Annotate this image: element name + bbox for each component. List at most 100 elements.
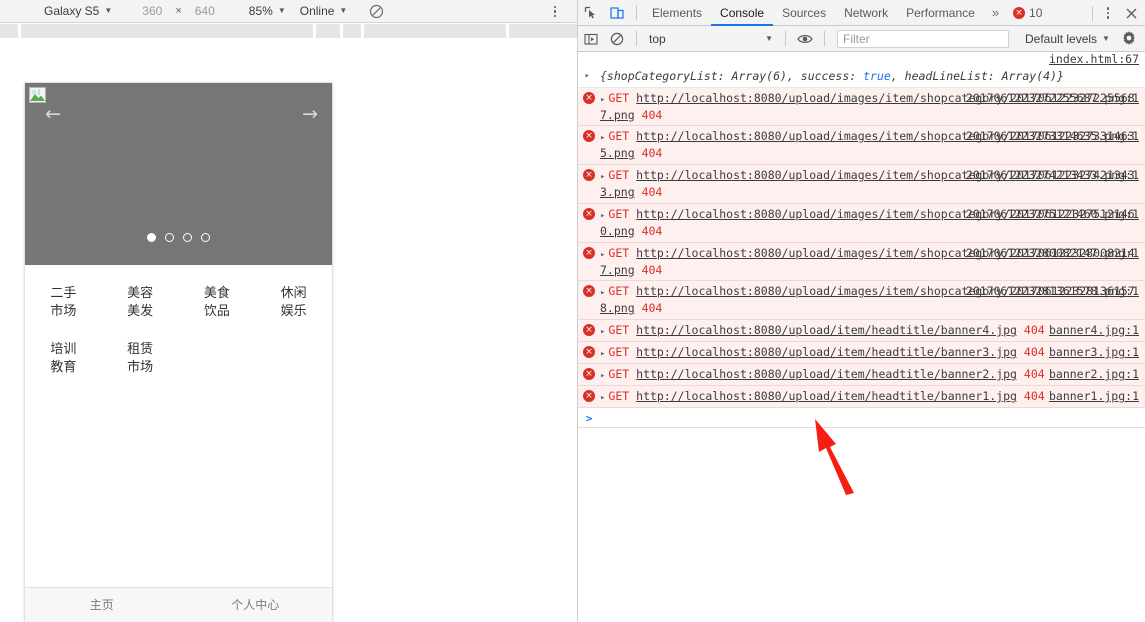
console-message-error[interactable]: × ▸GET http://localhost:8080/upload/imag… (578, 204, 1145, 243)
inspect-element-icon[interactable] (578, 0, 604, 26)
error-circle-icon: × (583, 285, 595, 297)
error-circle-icon: × (583, 130, 595, 142)
console-message-error[interactable]: × ▸GET http://localhost:8080/upload/imag… (578, 281, 1145, 320)
error-circle-icon: × (583, 169, 595, 181)
console-message-info[interactable]: ▸ {shopCategoryList: Array(6), success: … (578, 66, 1145, 88)
request-url[interactable]: http://localhost:8080/upload/item/headti… (636, 389, 1017, 403)
console-source-link[interactable]: index.html:67 (1049, 52, 1139, 66)
tab-console[interactable]: Console (711, 0, 773, 26)
console-message-error[interactable]: × ▸GET http://localhost:8080/upload/item… (578, 342, 1145, 364)
no-throttling-icon[interactable] (369, 4, 384, 19)
http-method: GET (608, 345, 629, 359)
error-circle-icon: × (583, 208, 595, 220)
error-icon-cell: × (578, 128, 600, 162)
tab-profile[interactable]: 个人中心 (179, 588, 333, 622)
devtools-tabbar-right (1086, 0, 1145, 26)
console-source-link[interactable]: banner1.jpg:1 (1049, 389, 1139, 403)
tab-elements[interactable]: Elements (643, 0, 711, 26)
console-message-error[interactable]: × ▸GET http://localhost:8080/upload/item… (578, 320, 1145, 342)
disclosure-triangle-icon[interactable]: ▸ (585, 70, 594, 85)
console-levels-select[interactable]: Default levels ▼ (1025, 32, 1110, 46)
divider (785, 31, 786, 46)
category-item[interactable]: 租赁 市场 (102, 335, 179, 391)
category-item[interactable]: 美容 美发 (102, 279, 179, 335)
tab-network[interactable]: Network (835, 0, 897, 26)
console-message-error[interactable]: × ▸GET http://localhost:8080/upload/imag… (578, 243, 1145, 282)
device-select[interactable]: Galaxy S5 ▼ (44, 0, 112, 23)
console-message-list[interactable]: index.html:67 ▸ {shopCategoryList: Array… (578, 52, 1145, 622)
console-source-link[interactable]: 2017061223280082147.png:1 (966, 246, 1139, 260)
tab-sources[interactable]: Sources (773, 0, 835, 26)
dimension-separator: × (175, 0, 181, 23)
tab-performance[interactable]: Performance (897, 0, 984, 26)
toggle-device-toolbar-icon[interactable] (604, 0, 630, 26)
request-url[interactable]: http://localhost:8080/upload/item/headti… (636, 367, 1017, 381)
live-expression-icon[interactable] (792, 26, 818, 52)
category-label-line2: 教育 (25, 359, 102, 377)
console-message-error[interactable]: × ▸GET http://localhost:8080/upload/imag… (578, 165, 1145, 204)
error-count-badge[interactable]: × 10 (1013, 6, 1042, 20)
chevron-down-icon: ▼ (1102, 35, 1110, 43)
more-tools-icon[interactable] (1099, 0, 1117, 26)
category-label-line1: 美食 (204, 286, 230, 301)
console-source-link[interactable]: 2017061223272255687.png:1 (966, 91, 1139, 105)
console-message-error[interactable]: × ▸GET http://localhost:8080/upload/item… (578, 364, 1145, 386)
http-method: GET (608, 323, 629, 337)
category-item[interactable]: 二手 市场 (25, 279, 102, 335)
request-url[interactable]: http://localhost:8080/upload/item/headti… (636, 323, 1017, 337)
close-devtools-icon[interactable] (1117, 0, 1145, 26)
more-tabs-icon[interactable]: » (984, 5, 1007, 20)
error-circle-icon: × (583, 368, 595, 380)
console-message-error[interactable]: × ▸GET http://localhost:8080/upload/imag… (578, 126, 1145, 165)
zoom-select[interactable]: 85% ▼ (249, 0, 286, 23)
carousel-dot[interactable] (183, 233, 192, 242)
console-prompt-row[interactable]: > (578, 408, 1145, 428)
tab-home[interactable]: 主页 (25, 588, 179, 622)
object-preview-part: {shopCategoryList: Array(6), success: (600, 69, 863, 83)
status-code: 404 (642, 146, 663, 160)
category-label-line1: 美容 (127, 286, 153, 301)
network-throttle-select[interactable]: Online ▼ (300, 0, 348, 23)
divider (636, 5, 637, 20)
console-sidebar-icon[interactable] (578, 26, 604, 52)
category-grid: 二手 市场 美容 美发 美食 饮品 休闲 娱乐 (25, 265, 332, 397)
carousel-dot[interactable] (165, 233, 174, 242)
carousel-prev-arrow[interactable]: ← (45, 105, 61, 124)
emulated-viewport-area: ← → 二手 市场 (0, 39, 577, 622)
console-source-link[interactable]: banner2.jpg:1 (1049, 367, 1139, 381)
banner-carousel[interactable]: ← → (25, 83, 332, 265)
console-message-text: {shopCategoryList: Array(6), success: tr… (600, 68, 1145, 85)
console-context-select[interactable]: top ▼ (645, 30, 779, 48)
console-settings-icon[interactable] (1121, 30, 1137, 49)
http-method: GET (608, 207, 629, 221)
console-source-link[interactable]: 2017061223281361578.png:1 (966, 284, 1139, 298)
http-method: GET (608, 91, 629, 105)
error-icon-cell: × (578, 167, 600, 201)
console-prompt-chevron-icon: > (578, 412, 600, 425)
console-filter-input[interactable]: Filter (837, 30, 1009, 48)
console-message-error[interactable]: × ▸GET http://localhost:8080/upload/imag… (578, 88, 1145, 127)
console-source-link[interactable]: banner3.jpg:1 (1049, 345, 1139, 359)
category-item[interactable]: 休闲 娱乐 (255, 279, 332, 335)
carousel-dot[interactable] (147, 233, 156, 242)
carousel-dot[interactable] (201, 233, 210, 242)
category-item[interactable]: 美食 饮品 (179, 279, 256, 335)
zoom-select-label: 85% (249, 4, 273, 18)
viewport-width-input[interactable]: 360 (142, 0, 162, 23)
console-source-link[interactable]: 2017061223273314635.png:1 (966, 129, 1139, 143)
clear-console-icon[interactable] (604, 26, 630, 52)
console-source-link[interactable]: 2017061223275121460.png:1 (966, 207, 1139, 221)
console-message-error[interactable]: × ▸GET http://localhost:8080/upload/item… (578, 386, 1145, 408)
divider (636, 31, 637, 46)
device-toolbar-more-options-icon[interactable] (547, 3, 563, 20)
error-icon-cell: × (578, 388, 600, 405)
message-icon-spacer: ▸ (578, 68, 600, 85)
request-url[interactable]: http://localhost:8080/upload/item/headti… (636, 345, 1017, 359)
viewport-height-input[interactable]: 640 (195, 0, 215, 23)
tab-profile-label: 个人中心 (231, 596, 279, 613)
console-source-link[interactable]: banner4.jpg:1 (1049, 323, 1139, 337)
console-source-link[interactable]: 2017061223274213433.png:1 (966, 168, 1139, 182)
category-item[interactable]: 培训 教育 (25, 335, 102, 391)
error-count-label: 10 (1029, 6, 1042, 20)
carousel-next-arrow[interactable]: → (302, 105, 318, 124)
